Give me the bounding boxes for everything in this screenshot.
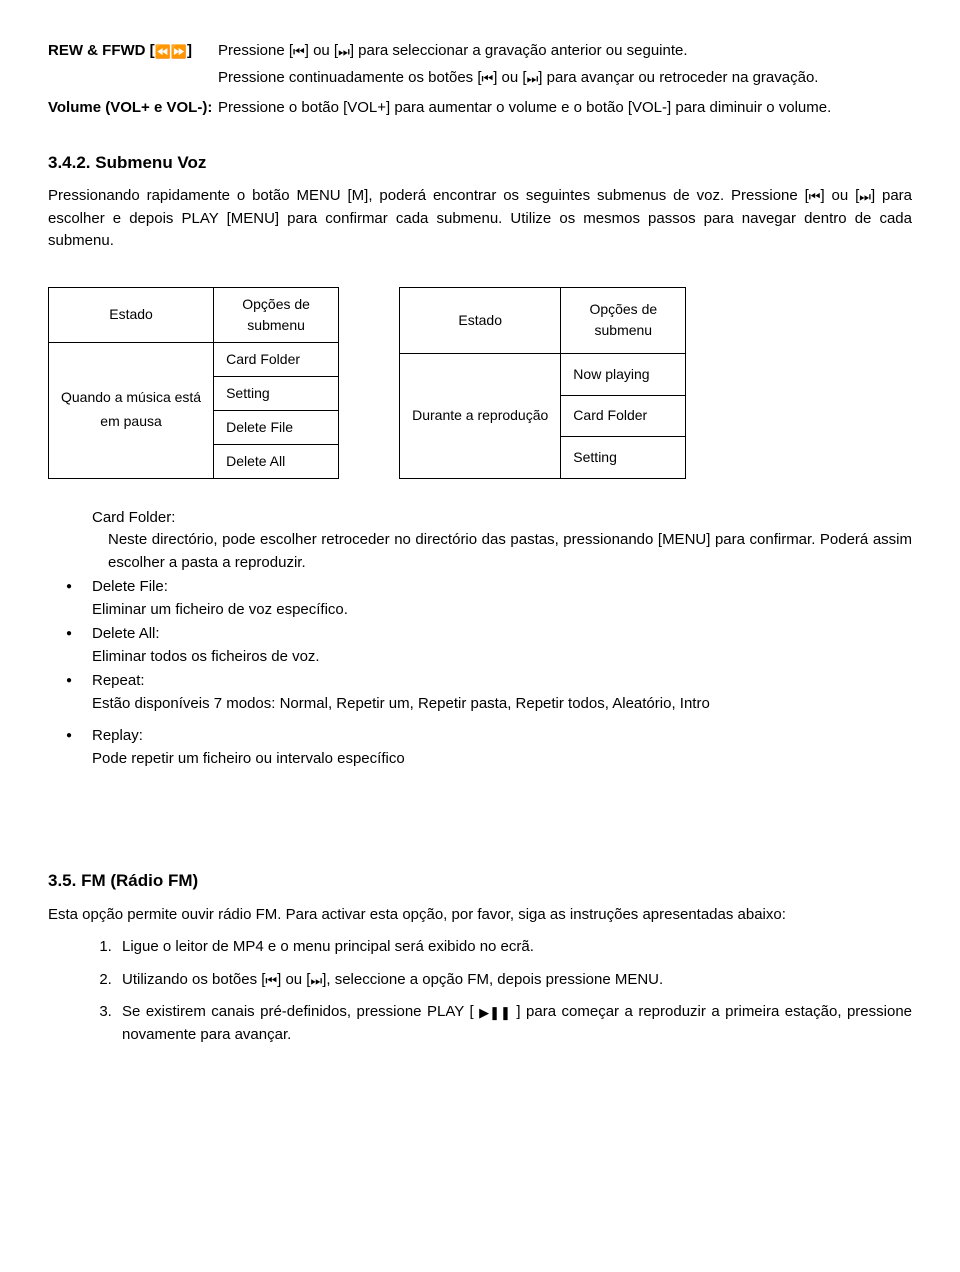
text: submenu [595,322,653,338]
item-head: Delete All: [92,625,160,642]
definitions-block: REW & FFWD [⏪⏩] Pressione [⏮] ou [⏭] par… [48,40,912,124]
list-item-delete-file: Delete File: Eliminar um ficheiro de voz… [48,576,912,621]
text: Opções de [589,301,657,317]
text: ] ou [ [820,187,859,204]
list-item-replay: Replay: Pode repetir um ficheiro ou inte… [48,725,912,770]
def-volume: Volume (VOL+ e VOL-): Pressione o botão … [48,97,912,124]
th-state: Estado [400,287,561,354]
next-icon: ⏭ [859,187,871,207]
def-volume-label: Volume (VOL+ e VOL-): [48,97,218,120]
th-options: Opções de submenu [561,287,686,354]
step-3: Se existirem canais pré-definidos, press… [116,1001,912,1046]
text: ] ou [ [277,971,310,988]
def-rew-ffwd: REW & FFWD [⏪⏩] Pressione [⏮] ou [⏭] par… [48,40,912,93]
tables-wrap: Estado Opções de submenu Quando a música… [48,287,912,479]
cell-opt: Now playing [561,354,686,395]
item-body: Estão disponíveis 7 modos: Normal, Repet… [92,695,710,712]
text: Opções de [242,296,310,312]
text: ], seleccione a opção FM, depois pressio… [322,971,663,988]
def-rew-label: REW & FFWD [⏪⏩] [48,40,218,63]
cell-state-playing: Durante a reprodução [400,354,561,478]
def-volume-body: Pressione o botão [VOL+] para aumentar o… [218,97,912,124]
list-item-card-folder: Card Folder: Neste directório, pode esco… [92,507,912,575]
item-body: Neste directório, pode escolher retroced… [108,529,912,574]
text: Pressione [ [218,42,293,59]
text: ] ou [ [493,69,526,86]
text: Utilizando os botões [ [122,971,265,988]
cell-opt: Setting [561,437,686,478]
text: Se existirem canais pré-definidos, press… [122,1003,474,1020]
text: em pausa [100,413,161,429]
list-item-delete-all: Delete All: Eliminar todos os ficheiros … [48,623,912,668]
cell-opt: Setting [214,376,339,410]
options-list-block: Card Folder: Neste directório, pode esco… [48,507,912,771]
list-item-repeat: Repeat: Estão disponíveis 7 modos: Norma… [48,670,912,715]
label-text: REW & FFWD [ [48,42,155,59]
table-playing: Estado Opções de submenu Durante a repro… [399,287,686,479]
label-text-end: ] [187,42,192,59]
text: ] para seleccionar a gravação anterior o… [350,42,688,59]
next-icon: ⏭ [338,42,350,62]
rew-ffwd-icon: ⏪⏩ [155,42,187,62]
step-2: Utilizando os botões [⏮] ou [⏭], selecci… [116,969,912,992]
cell-opt: Delete All [214,444,339,478]
item-head: Delete File: [92,578,168,595]
cell-opt: Delete File [214,410,339,444]
fm-steps-list: Ligue o leitor de MP4 e o menu principal… [48,936,912,1046]
item-head: Replay: [92,727,143,744]
prev-icon: ⏮ [265,971,277,991]
item-head: Card Folder: [92,509,175,526]
heading-35: 3.5. FM (Rádio FM) [48,868,912,894]
options-list: Delete File: Eliminar um ficheiro de voz… [48,576,912,770]
prev-icon: ⏮ [293,42,305,62]
text: ] ou [ [305,42,338,59]
paragraph-342: Pressionando rapidamente o botão MENU [M… [48,185,912,253]
th-options: Opções de submenu [214,287,339,342]
next-icon: ⏭ [310,971,322,991]
def-rew-body: Pressione [⏮] ou [⏭] para seleccionar a … [218,40,912,93]
item-body: Pode repetir um ficheiro ou intervalo es… [92,750,405,767]
play-pause-icon: ▶❚❚ [479,1003,511,1023]
text: ] para avançar ou retroceder na gravação… [538,69,818,86]
text: Pressionando rapidamente o botão MENU [M… [48,187,809,204]
th-state: Estado [49,287,214,342]
text: Quando a música está [61,389,201,405]
prev-icon: ⏮ [482,69,494,89]
prev-icon: ⏮ [809,187,821,207]
heading-342: 3.4.2. Submenu Voz [48,150,912,176]
paragraph-35-intro: Esta opção permite ouvir rádio FM. Para … [48,904,912,927]
text: Pressione continuadamente os botões [ [218,69,482,86]
cell-opt: Card Folder [214,342,339,376]
table-paused: Estado Opções de submenu Quando a música… [48,287,339,479]
text: submenu [247,317,305,333]
next-icon: ⏭ [527,69,539,89]
item-body: Eliminar um ficheiro de voz específico. [92,601,348,618]
item-head: Repeat: [92,672,145,689]
text: Pressione o botão [VOL+] para aumentar o… [218,97,912,120]
cell-state-paused: Quando a música está em pausa [49,342,214,478]
item-body: Eliminar todos os ficheiros de voz. [92,648,320,665]
step-1: Ligue o leitor de MP4 e o menu principal… [116,936,912,959]
cell-opt: Card Folder [561,395,686,436]
